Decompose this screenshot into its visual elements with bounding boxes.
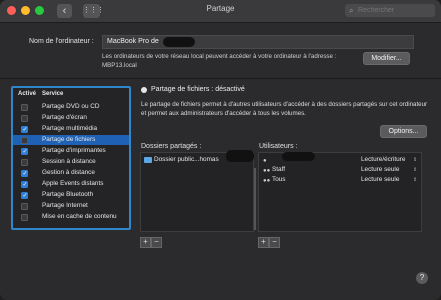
- service-label: Partage Internet: [42, 202, 88, 209]
- service-row[interactable]: Partage multimédia: [13, 124, 129, 135]
- service-row[interactable]: Apple Events distants: [13, 179, 129, 190]
- service-row[interactable]: Partage Internet: [13, 201, 129, 211]
- service-label: Session à distance: [42, 158, 96, 165]
- title-bar: ‹ ⋮⋮⋮ Partage ⌕: [0, 0, 441, 23]
- service-label: Partage de fichiers: [42, 136, 96, 143]
- permission-popup-icon[interactable]: ⇕: [413, 155, 417, 165]
- service-checkbox[interactable]: [21, 169, 28, 179]
- add-user-button[interactable]: +: [258, 237, 269, 248]
- service-row[interactable]: Partage Bluetooth: [13, 190, 129, 201]
- service-label: Partage d'écran: [42, 114, 87, 121]
- service-label: Partage multimédia: [42, 125, 98, 132]
- remove-folder-button[interactable]: −: [151, 237, 162, 248]
- service-checkbox[interactable]: [21, 125, 28, 135]
- shared-folders-title: Dossiers partagés :: [141, 143, 202, 150]
- shared-folders-list: Dossier public...homas: [140, 152, 254, 232]
- search-field[interactable]: ⌕: [345, 4, 435, 17]
- users-title: Utilisateurs :: [259, 143, 298, 150]
- service-checkbox[interactable]: [21, 191, 28, 201]
- redaction-mark: [226, 150, 254, 162]
- service-label: Partage d'imprimantes: [42, 147, 106, 154]
- network-address: MBP13.local: [102, 62, 137, 69]
- service-row[interactable]: Gestion à distance: [13, 168, 129, 179]
- service-label: Partage Bluetooth: [42, 191, 94, 198]
- service-row[interactable]: Partage DVD ou CD: [13, 102, 129, 112]
- service-row[interactable]: Partage d'imprimantes: [13, 146, 129, 157]
- service-checkbox[interactable]: [21, 136, 28, 144]
- status-indicator-icon: [141, 87, 147, 93]
- computer-name-label: Nom de l'ordinateur :: [29, 38, 94, 45]
- modify-button[interactable]: Modifier...: [363, 52, 410, 65]
- remove-user-button[interactable]: −: [269, 237, 280, 248]
- file-sharing-description: Le partage de fichiers permet à d'autres…: [141, 101, 428, 117]
- service-checkbox[interactable]: [21, 202, 28, 210]
- search-input[interactable]: [358, 4, 432, 17]
- splitter-handle[interactable]: [254, 168, 256, 230]
- service-row[interactable]: Partage de fichiers: [13, 135, 129, 145]
- redaction-mark: [163, 37, 195, 47]
- service-checkbox[interactable]: [21, 103, 28, 111]
- shared-folder-name: Dossier public...homas: [154, 156, 219, 163]
- network-address-info: Les ordinateurs de votre réseau local pe…: [102, 53, 337, 60]
- permission-popup-icon[interactable]: ⇕: [413, 175, 417, 185]
- user-row[interactable]: ●● Staff Lecture seule ⇕: [259, 165, 421, 175]
- help-button[interactable]: ?: [416, 272, 428, 284]
- service-label: Mise en cache de contenu: [42, 213, 117, 220]
- service-label: Partage DVD ou CD: [42, 103, 100, 110]
- user-permission[interactable]: Lecture seule: [361, 175, 399, 185]
- folder-icon: [144, 157, 152, 163]
- service-checkbox[interactable]: [21, 213, 28, 221]
- redaction-mark: [282, 152, 315, 161]
- user-row[interactable]: ●● Tous Lecture seule ⇕: [259, 175, 421, 185]
- service-checkbox[interactable]: [21, 180, 28, 190]
- user-name: Staff: [272, 166, 286, 173]
- add-folder-button[interactable]: +: [140, 237, 151, 248]
- service-label: Apple Events distants: [42, 180, 104, 187]
- user-permission[interactable]: Lecture/écriture: [361, 155, 405, 165]
- computer-name-field[interactable]: MacBook Pro de: [102, 35, 414, 49]
- service-row[interactable]: Session à distance: [13, 157, 129, 167]
- users-list: ● Lecture/écriture ⇕ ●● Staff Lecture seule ⇕ ●…: [258, 152, 422, 232]
- service-checkbox[interactable]: [21, 158, 28, 166]
- services-list: Activé Service Partage DVD ou CD Partage …: [11, 86, 131, 230]
- service-column-header: Service: [42, 91, 64, 97]
- divider: [0, 78, 441, 79]
- active-column-header: Activé: [18, 91, 37, 97]
- search-icon: ⌕: [349, 6, 354, 15]
- service-label: Gestion à distance: [42, 169, 95, 176]
- permission-popup-icon[interactable]: ⇕: [413, 165, 417, 175]
- service-checkbox[interactable]: [21, 147, 28, 157]
- user-permission[interactable]: Lecture seule: [361, 165, 399, 175]
- file-sharing-status: Partage de fichiers : désactivé: [151, 86, 245, 93]
- sharing-window: ‹ ⋮⋮⋮ Partage ⌕ Nom de l'ordinateur : Ma…: [0, 0, 441, 300]
- service-row[interactable]: Mise en cache de contenu: [13, 212, 129, 222]
- service-checkbox[interactable]: [21, 114, 28, 122]
- options-button[interactable]: Options...: [380, 125, 427, 138]
- user-name: Tous: [272, 176, 286, 183]
- group-icon: ●●: [263, 178, 271, 184]
- service-row[interactable]: Partage d'écran: [13, 113, 129, 123]
